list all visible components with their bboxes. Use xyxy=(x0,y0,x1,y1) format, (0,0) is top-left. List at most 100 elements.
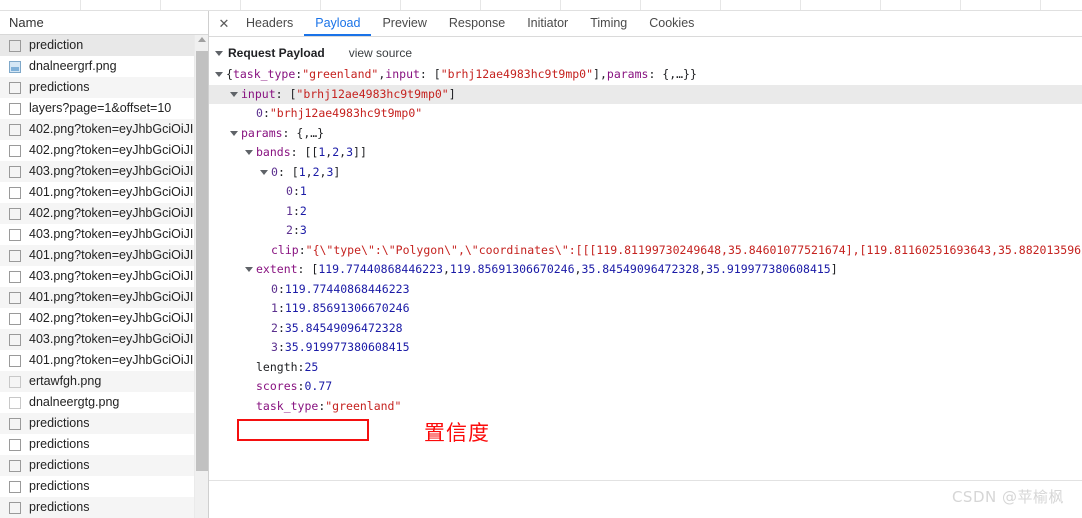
json-row[interactable]: 1: 2 xyxy=(209,202,1082,222)
list-item[interactable]: layers?page=1&offset=10 xyxy=(0,98,208,119)
json-row[interactable]: params: {,…} xyxy=(209,124,1082,144)
json-token-punc: : xyxy=(277,320,285,335)
json-row[interactable]: scores: 0.77 xyxy=(209,377,1082,397)
close-icon[interactable]: ✕ xyxy=(213,11,235,36)
column-separator-8[interactable] xyxy=(720,0,721,10)
list-item[interactable]: dnalneergrf.png xyxy=(0,56,208,77)
request-list-scrollbar[interactable] xyxy=(194,35,208,518)
list-item[interactable]: 401.png?token=eyJhbGciOiJIU xyxy=(0,350,208,371)
view-source-link[interactable]: view source xyxy=(349,46,412,60)
json-token-punc: : [[ xyxy=(290,145,319,159)
list-item[interactable]: 402.png?token=eyJhbGciOiJIU xyxy=(0,203,208,224)
column-separator-2[interactable] xyxy=(240,0,241,10)
list-item-label: prediction xyxy=(29,38,84,52)
chevron-down-icon[interactable] xyxy=(215,51,223,56)
json-row[interactable]: 0: "brhj12ae4983hc9t9mp0" xyxy=(209,104,1082,124)
column-separator-11[interactable] xyxy=(960,0,961,10)
list-item[interactable]: ertawfgh.png xyxy=(0,371,208,392)
chevron-down-icon[interactable] xyxy=(230,91,238,97)
list-item[interactable]: predictions xyxy=(0,413,208,434)
tab-preview[interactable]: Preview xyxy=(371,11,437,36)
json-row[interactable]: 2: 35.84549096472328 xyxy=(209,319,1082,339)
list-item[interactable]: 401.png?token=eyJhbGciOiJIU xyxy=(0,182,208,203)
column-separator-10[interactable] xyxy=(880,0,881,10)
json-token-punc: ] xyxy=(333,164,341,179)
json-token-punc: : xyxy=(292,223,300,237)
column-separator-9[interactable] xyxy=(800,0,801,10)
list-item[interactable]: 403.png?token=eyJhbGciOiJIU xyxy=(0,224,208,245)
json-row[interactable]: length: 25 xyxy=(209,358,1082,378)
list-item[interactable]: predictions xyxy=(0,476,208,497)
list-item[interactable]: predictions xyxy=(0,455,208,476)
chevron-down-icon[interactable] xyxy=(230,130,238,136)
document-icon xyxy=(9,186,21,199)
json-row[interactable]: task_type: "greenland" xyxy=(209,397,1082,417)
json-token-num: 2 xyxy=(332,145,340,159)
list-item[interactable]: 401.png?token=eyJhbGciOiJIU xyxy=(0,245,208,266)
list-item[interactable]: dnalneergtg.png xyxy=(0,392,208,413)
column-separator-5[interactable] xyxy=(480,0,481,10)
list-item-label: dnalneergtg.png xyxy=(29,395,120,409)
tab-response[interactable]: Response xyxy=(438,11,516,36)
document-icon xyxy=(9,39,21,52)
list-item[interactable]: 402.png?token=eyJhbGciOiJIU xyxy=(0,119,208,140)
json-row[interactable]: clip: "{\"type\":\"Polygon\",\"coordinat… xyxy=(209,241,1082,261)
column-header-name[interactable]: Name xyxy=(0,11,208,35)
json-row[interactable]: {task_type: "greenland", input: ["brhj12… xyxy=(209,65,1082,85)
list-item[interactable]: 402.png?token=eyJhbGciOiJIU xyxy=(0,308,208,329)
json-row[interactable]: 3: 35.919977380608415 xyxy=(209,338,1082,358)
chevron-down-icon[interactable] xyxy=(245,267,253,273)
document-icon-faint xyxy=(9,375,21,388)
column-separator-1[interactable] xyxy=(160,0,161,10)
scrollbar-thumb[interactable] xyxy=(196,51,208,471)
tab-timing[interactable]: Timing xyxy=(579,11,638,36)
json-token-str: "brhj12ae4983hc9t9mp0" xyxy=(269,106,423,120)
list-item[interactable]: 403.png?token=eyJhbGciOiJIU xyxy=(0,266,208,287)
chevron-down-icon[interactable] xyxy=(260,169,268,175)
list-item[interactable]: predictions xyxy=(0,497,208,518)
column-separator-12[interactable] xyxy=(1040,0,1041,10)
document-icon xyxy=(9,249,21,262)
tab-initiator[interactable]: Initiator xyxy=(516,11,579,36)
column-separator-6[interactable] xyxy=(560,0,561,10)
json-row[interactable]: 1: 119.85691306670246 xyxy=(209,299,1082,319)
list-item-label: ertawfgh.png xyxy=(29,374,102,388)
list-item[interactable]: 401.png?token=eyJhbGciOiJIU xyxy=(0,287,208,308)
chevron-down-icon[interactable] xyxy=(215,72,223,78)
document-icon xyxy=(9,459,21,472)
json-row[interactable]: 0: 1 xyxy=(209,182,1082,202)
payload-json-tree[interactable]: { task_type: "greenland", input: ["brhj12… xyxy=(209,65,1082,416)
request-list[interactable]: prediction dnalneergrf.png predictions laye… xyxy=(0,35,208,518)
json-row[interactable]: extent: [119.77440868446223, 119.8569130… xyxy=(209,260,1082,280)
json-row[interactable]: bands: [[1, 2, 3]] xyxy=(209,143,1082,163)
json-token-punc: { xyxy=(226,67,233,81)
list-item[interactable]: 403.png?token=eyJhbGciOiJIU xyxy=(0,161,208,182)
request-payload-section-header[interactable]: Request Payload view source xyxy=(209,44,1082,62)
document-icon xyxy=(9,123,21,136)
list-item-label: 403.png?token=eyJhbGciOiJIU xyxy=(29,164,203,178)
list-item[interactable]: predictions xyxy=(0,77,208,98)
list-item[interactable]: 402.png?token=eyJhbGciOiJIU xyxy=(0,140,208,161)
column-separator-7[interactable] xyxy=(640,0,641,10)
json-row[interactable]: 2: 3 xyxy=(209,221,1082,241)
tab-cookies[interactable]: Cookies xyxy=(638,11,705,36)
json-token-str: "greenland" xyxy=(302,67,379,81)
tab-payload[interactable]: Payload xyxy=(304,11,372,36)
scroll-up-arrow-icon[interactable] xyxy=(198,37,206,42)
json-row[interactable]: 0: 119.77440868446223 xyxy=(209,280,1082,300)
json-token-num: 1 xyxy=(318,145,326,159)
list-item[interactable]: prediction xyxy=(0,35,208,56)
json-row[interactable]: 0: [1, 2, 3] xyxy=(209,163,1082,183)
list-item[interactable]: predictions xyxy=(0,434,208,455)
json-token-punc: : xyxy=(297,379,305,393)
payload-body: Request Payload view source { task_type: … xyxy=(209,37,1082,481)
tab-headers[interactable]: Headers xyxy=(235,11,304,36)
column-separator-3[interactable] xyxy=(320,0,321,10)
json-row[interactable]: input: ["brhj12ae4983hc9t9mp0"] xyxy=(209,84,1082,104)
column-separator-0[interactable] xyxy=(80,0,81,10)
column-separator-4[interactable] xyxy=(400,0,401,10)
json-token-punc: , xyxy=(325,145,333,159)
list-item[interactable]: 403.png?token=eyJhbGciOiJIU xyxy=(0,329,208,350)
chevron-down-icon[interactable] xyxy=(245,150,253,156)
